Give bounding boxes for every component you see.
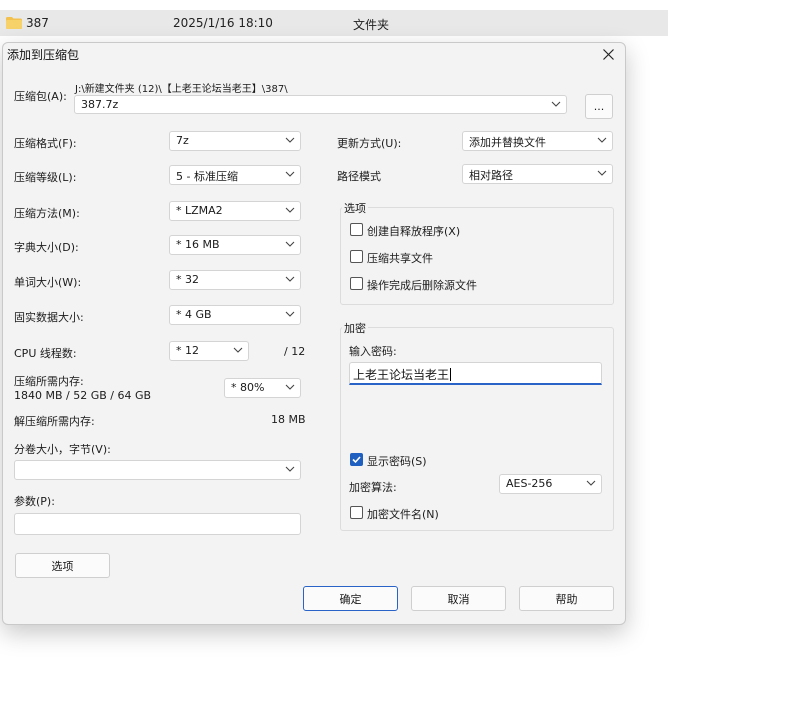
update-label: 更新方式(U):	[337, 137, 402, 150]
sfx-checkbox[interactable]	[350, 223, 363, 236]
params-label: 参数(P):	[14, 495, 55, 508]
delete-source-label: 操作完成后删除源文件	[367, 279, 477, 292]
chevron-down-icon	[551, 98, 561, 110]
level-label: 压缩等级(L):	[14, 171, 77, 184]
delete-source-checkbox[interactable]	[350, 277, 363, 290]
folder-icon	[6, 17, 22, 29]
help-button[interactable]: 帮助	[519, 586, 614, 611]
level-combo[interactable]: 5 - 标准压缩	[169, 165, 301, 185]
browse-label: ...	[593, 100, 605, 113]
path-mode-label: 路径模式	[337, 170, 381, 183]
show-password-label: 显示密码(S)	[367, 455, 427, 468]
chevron-down-icon	[285, 381, 295, 393]
sfx-label: 创建自释放程序(X)	[367, 225, 461, 238]
method-combo[interactable]: * LZMA2	[169, 201, 301, 221]
chevron-down-icon	[285, 204, 295, 216]
volume-combo[interactable]	[14, 460, 301, 480]
file-name: 387	[26, 16, 49, 30]
cancel-button[interactable]: 取消	[411, 586, 506, 611]
archive-label: 压缩包(A):	[14, 90, 67, 103]
word-value: * 32	[176, 273, 199, 286]
file-type: 文件夹	[353, 18, 390, 32]
password-value: 上老王论坛当老王	[353, 368, 450, 382]
archive-path: J:\新建文件夹 (12)\【上老王论坛当老王】\387\	[75, 84, 288, 95]
encrypt-names-label: 加密文件名(N)	[367, 508, 439, 521]
explorer-file-row[interactable]: 387 2025/1/16 18:10 文件夹	[0, 10, 668, 36]
mem-percent-value: * 80%	[231, 381, 265, 394]
format-value: 7z	[176, 134, 189, 147]
ok-button-label: 确定	[339, 592, 362, 606]
shared-files-label: 压缩共享文件	[367, 252, 433, 265]
password-label: 输入密码:	[349, 345, 397, 358]
decomp-mem-label: 解压缩所需内存:	[14, 415, 95, 428]
format-label: 压缩格式(F):	[14, 137, 77, 150]
close-icon	[602, 48, 614, 60]
shared-files-checkbox[interactable]	[350, 250, 363, 263]
encryption-group-title: 加密	[342, 320, 368, 336]
checkmark-icon	[352, 456, 361, 464]
options-group-title: 选项	[342, 200, 368, 216]
dict-value: * 16 MB	[176, 238, 220, 251]
word-label: 单词大小(W):	[14, 276, 82, 289]
add-to-archive-dialog: 添加到压缩包 压缩包(A): J:\新建文件夹 (12)\【上老王论坛当老王】\…	[2, 42, 626, 625]
text-caret	[450, 368, 452, 381]
algorithm-combo[interactable]: AES-256	[499, 474, 602, 494]
algorithm-value: AES-256	[506, 477, 553, 490]
threads-combo[interactable]: * 12	[169, 341, 249, 361]
help-button-label: 帮助	[555, 592, 578, 606]
ok-button[interactable]: 确定	[303, 586, 398, 611]
threads-value: * 12	[176, 344, 199, 357]
cancel-button-label: 取消	[447, 592, 470, 606]
chevron-down-icon	[285, 308, 295, 320]
threads-total: / 12	[284, 345, 306, 358]
titlebar[interactable]: 添加到压缩包	[3, 43, 625, 65]
chevron-down-icon	[597, 167, 607, 179]
dialog-title: 添加到压缩包	[7, 48, 80, 62]
solid-label: 固实数据大小:	[14, 311, 84, 324]
browse-button[interactable]: ...	[585, 94, 613, 119]
volume-label: 分卷大小，字节(V):	[14, 443, 111, 456]
dict-combo[interactable]: * 16 MB	[169, 235, 301, 255]
chevron-down-icon	[285, 463, 295, 475]
solid-combo[interactable]: * 4 GB	[169, 305, 301, 325]
params-input[interactable]	[14, 513, 301, 535]
solid-value: * 4 GB	[176, 308, 212, 321]
chevron-down-icon	[285, 273, 295, 285]
algorithm-label: 加密算法:	[349, 481, 397, 494]
password-input[interactable]: 上老王论坛当老王	[349, 362, 602, 385]
archive-name-combo[interactable]: 387.7z	[74, 95, 567, 114]
chevron-down-icon	[285, 134, 295, 146]
word-combo[interactable]: * 32	[169, 270, 301, 290]
method-label: 压缩方法(M):	[14, 207, 80, 220]
show-password-checkbox[interactable]	[350, 453, 363, 466]
chevron-down-icon	[233, 344, 243, 356]
options-button-label: 选项	[51, 559, 74, 573]
update-value: 添加并替换文件	[469, 136, 546, 149]
path-mode-combo[interactable]: 相对路径	[462, 164, 613, 184]
chevron-down-icon	[597, 134, 607, 146]
dict-label: 字典大小(D):	[14, 241, 79, 254]
chevron-down-icon	[586, 477, 596, 489]
mem-detail: 1840 MB / 52 GB / 64 GB	[14, 389, 152, 402]
close-button[interactable]	[597, 43, 619, 65]
level-value: 5 - 标准压缩	[176, 170, 238, 183]
file-date: 2025/1/16 18:10	[173, 16, 273, 30]
update-combo[interactable]: 添加并替换文件	[462, 131, 613, 151]
path-mode-value: 相对路径	[469, 169, 513, 182]
mem-percent-combo[interactable]: * 80%	[224, 378, 301, 398]
encrypt-names-checkbox[interactable]	[350, 506, 363, 519]
options-button[interactable]: 选项	[15, 553, 110, 578]
mem-label: 压缩所需内存:	[14, 375, 84, 388]
threads-label: CPU 线程数:	[14, 347, 77, 360]
chevron-down-icon	[285, 238, 295, 250]
method-value: * LZMA2	[176, 204, 223, 217]
archive-name-value: 387.7z	[81, 98, 119, 111]
chevron-down-icon	[285, 168, 295, 180]
format-combo[interactable]: 7z	[169, 131, 301, 151]
decomp-mem-value: 18 MB	[271, 413, 306, 426]
